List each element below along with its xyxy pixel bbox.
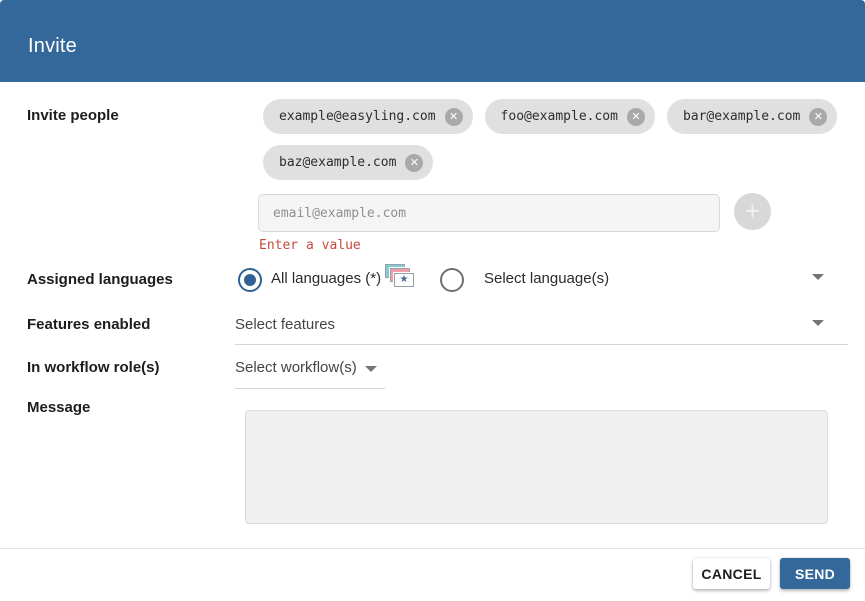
email-chip: bar@example.com ✕ <box>667 99 837 134</box>
dialog-title: Invite <box>28 35 77 58</box>
chevron-down-icon[interactable] <box>812 274 824 280</box>
plus-icon: + <box>734 194 771 229</box>
chip-remove-icon[interactable]: ✕ <box>445 108 463 126</box>
message-label: Message <box>27 399 90 416</box>
email-chip-text: foo@example.com <box>501 109 618 124</box>
radio-select-languages-label[interactable]: Select language(s) <box>484 270 609 287</box>
email-chip-text: bar@example.com <box>683 109 800 124</box>
message-textarea[interactable] <box>245 410 828 524</box>
dialog-header: Invite <box>0 0 865 82</box>
workflow-select[interactable]: Select workflow(s) <box>235 359 357 376</box>
email-chip: example@easyling.com ✕ <box>263 99 473 134</box>
footer-divider <box>0 548 865 549</box>
assigned-languages-label: Assigned languages <box>27 271 173 288</box>
radio-all-languages-label[interactable]: All languages (*) <box>271 270 381 287</box>
workflow-select-underline <box>235 388 385 389</box>
features-select[interactable]: Select features <box>235 316 335 333</box>
email-chips-row-1: example@easyling.com ✕ foo@example.com ✕… <box>263 99 837 134</box>
features-select-underline <box>235 344 848 345</box>
email-chip-text: example@easyling.com <box>279 109 436 124</box>
email-chip: foo@example.com ✕ <box>485 99 655 134</box>
chip-remove-icon[interactable]: ✕ <box>809 108 827 126</box>
chip-remove-icon[interactable]: ✕ <box>627 108 645 126</box>
email-chips-row-2: baz@example.com ✕ <box>263 145 433 180</box>
invite-dialog: Invite Invite people example@easyling.co… <box>0 0 865 601</box>
send-button[interactable]: SEND <box>780 558 850 589</box>
email-error-text: Enter a value <box>259 238 361 253</box>
radio-all-languages[interactable] <box>238 268 262 292</box>
star-icon: ★ <box>400 275 409 285</box>
add-email-button[interactable]: + <box>734 193 771 230</box>
invite-people-label: Invite people <box>27 107 119 124</box>
workflow-roles-label: In workflow role(s) <box>27 359 160 376</box>
radio-select-languages[interactable] <box>440 268 464 292</box>
email-input[interactable] <box>258 194 720 232</box>
email-chip: baz@example.com ✕ <box>263 145 433 180</box>
language-flags-icon: ★ <box>385 264 417 289</box>
features-enabled-label: Features enabled <box>27 316 150 333</box>
flag-card-front: ★ <box>394 273 414 287</box>
cancel-button[interactable]: CANCEL <box>693 558 770 589</box>
chevron-down-icon[interactable] <box>812 320 824 326</box>
email-chip-text: baz@example.com <box>279 155 396 170</box>
chevron-down-icon[interactable] <box>365 366 377 372</box>
chip-remove-icon[interactable]: ✕ <box>405 154 423 172</box>
